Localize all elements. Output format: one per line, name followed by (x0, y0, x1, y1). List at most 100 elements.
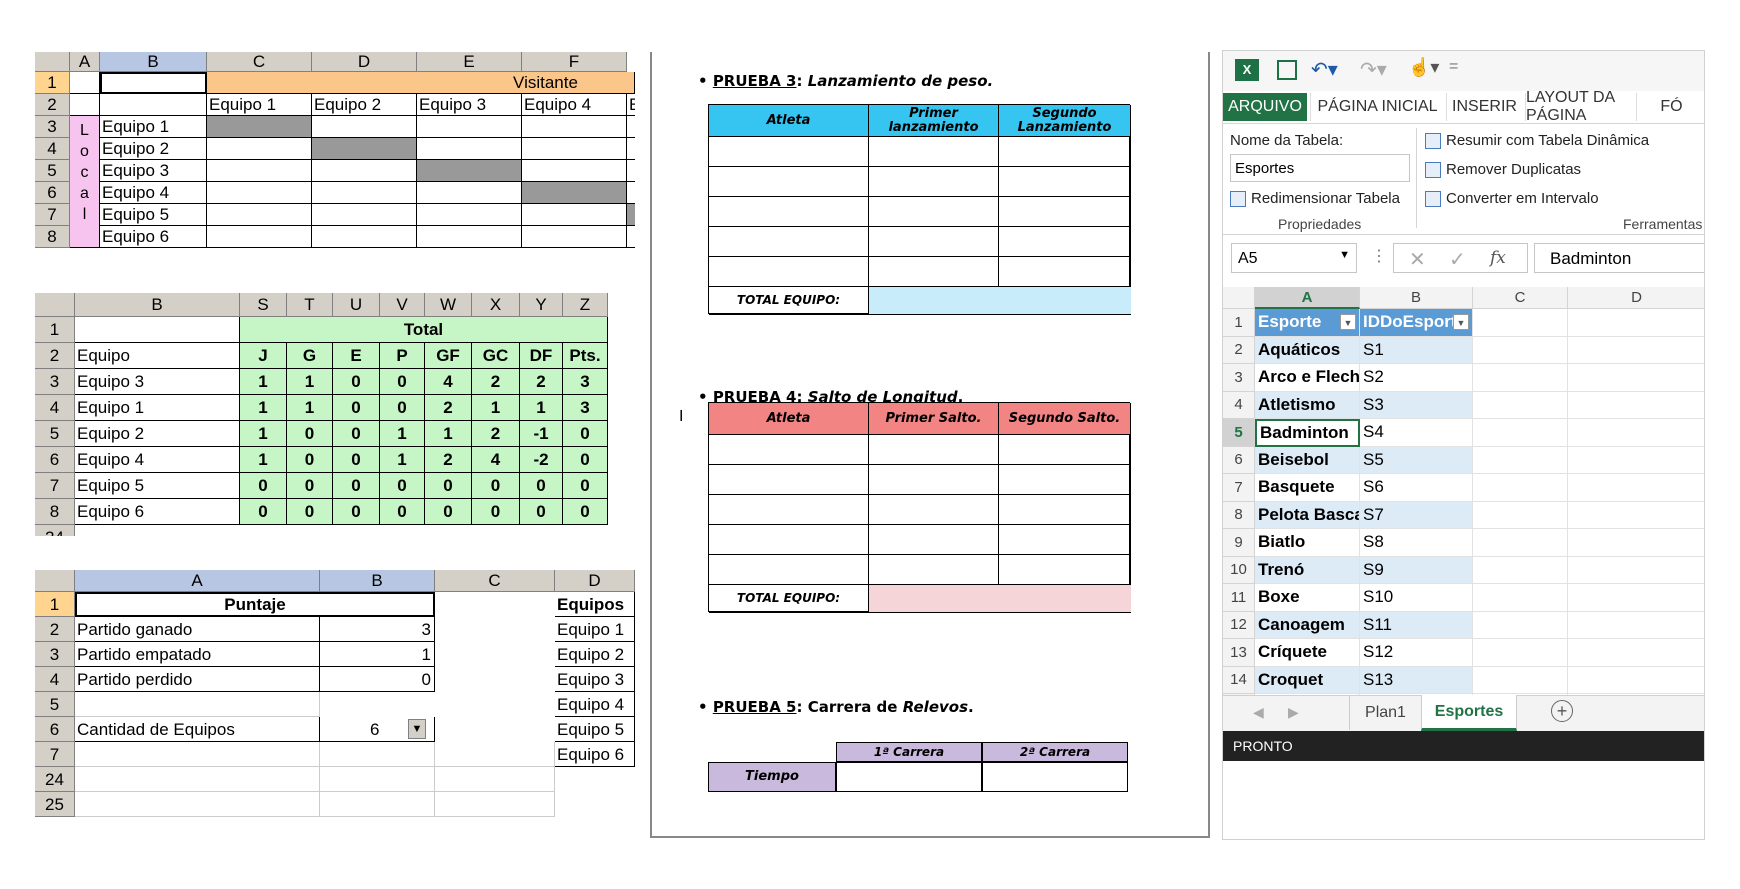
column-header[interactable]: W (425, 293, 472, 317)
match-cell[interactable] (522, 226, 627, 248)
sport-id-cell[interactable]: S10 (1360, 584, 1473, 612)
score-value[interactable]: 3 (320, 617, 435, 642)
table-header-cell[interactable]: IDDoEsporte ▼ (1360, 309, 1473, 337)
cell[interactable] (1473, 639, 1568, 667)
cell[interactable] (1568, 419, 1704, 447)
ribbon-tab[interactable]: INSERIR (1446, 93, 1522, 121)
column-header[interactable]: Y (520, 293, 563, 317)
column-header[interactable]: C (207, 52, 312, 72)
cell[interactable] (70, 72, 100, 94)
name-box[interactable]: A5 ▼ (1231, 243, 1357, 273)
row-header[interactable]: 6 (35, 447, 75, 473)
cell[interactable] (1473, 584, 1568, 612)
table-cell[interactable] (999, 525, 1131, 555)
column-header[interactable]: B (1360, 287, 1473, 309)
cell[interactable] (1473, 419, 1568, 447)
match-cell[interactable] (417, 160, 522, 182)
undo-icon[interactable]: ↶▾ (1311, 57, 1338, 82)
redo-icon[interactable]: ↷▾ (1360, 57, 1387, 82)
row-header[interactable]: 11 (1223, 584, 1255, 612)
cell[interactable] (1473, 611, 1568, 639)
match-cell[interactable] (312, 160, 417, 182)
sport-name-cell[interactable]: Beisebol (1255, 446, 1360, 474)
match-cell[interactable] (522, 160, 627, 182)
row-header[interactable]: 24 (35, 525, 75, 536)
sport-id-cell[interactable]: S8 (1360, 529, 1473, 557)
cell[interactable] (1568, 447, 1704, 474)
cell[interactable] (1473, 364, 1568, 392)
formula-input[interactable]: Badminton (1534, 243, 1704, 273)
score-value[interactable]: 1 (320, 642, 435, 667)
sport-id-cell[interactable]: S6 (1360, 474, 1473, 502)
sport-name-cell[interactable]: Biatlo (1255, 529, 1360, 557)
convert-range-button[interactable]: Converter em Intervalo (1425, 190, 1599, 208)
sheet-tab-esportes[interactable]: Esportes (1421, 695, 1517, 731)
match-cell[interactable] (207, 116, 312, 138)
row-header[interactable]: 7 (35, 473, 75, 499)
match-cell[interactable] (417, 182, 522, 204)
cell[interactable] (1473, 391, 1568, 419)
sport-name-cell[interactable]: Trenó (1255, 556, 1360, 584)
table-cell[interactable] (709, 227, 869, 257)
touch-mode-icon[interactable]: ☝▾ (1408, 57, 1439, 78)
column-header[interactable]: X (472, 293, 520, 317)
match-cell[interactable] (522, 138, 627, 160)
table-cell[interactable] (709, 465, 869, 495)
row-header[interactable]: 3 (35, 369, 75, 395)
filter-dropdown-icon[interactable]: ▼ (1453, 314, 1469, 330)
sport-name-cell[interactable]: Basquete (1255, 474, 1360, 502)
row-header[interactable]: 8 (35, 226, 70, 248)
table-cell[interactable] (999, 435, 1131, 465)
row-header[interactable]: 6 (1223, 446, 1255, 474)
remove-duplicates-button[interactable]: Remover Duplicatas (1425, 161, 1581, 179)
sport-id-cell[interactable]: S11 (1360, 611, 1473, 639)
column-header[interactable]: S (240, 293, 287, 317)
column-header[interactable]: F (522, 52, 627, 72)
row-header[interactable]: 5 (35, 160, 70, 182)
sport-id-cell[interactable]: S3 (1360, 391, 1473, 419)
table-cell[interactable] (709, 137, 869, 167)
table-cell[interactable] (869, 495, 999, 525)
row-header[interactable]: 5 (35, 692, 75, 717)
match-cell[interactable] (312, 204, 417, 226)
total-value-cell[interactable] (869, 585, 1131, 613)
row-header[interactable]: 3 (35, 642, 75, 667)
row-header[interactable]: 4 (35, 667, 75, 692)
row-header[interactable]: 5 (1223, 419, 1255, 447)
match-cell[interactable] (312, 116, 417, 138)
sport-id-cell[interactable]: S1 (1360, 336, 1473, 364)
row-header[interactable]: 3 (35, 116, 70, 138)
row-header[interactable]: 8 (35, 499, 75, 525)
resize-table-button[interactable]: Redimensionar Tabela (1230, 190, 1400, 208)
column-header[interactable]: A (75, 570, 320, 592)
column-header[interactable]: D (312, 52, 417, 72)
cell[interactable] (1473, 529, 1568, 557)
cell[interactable] (1473, 501, 1568, 529)
table-cell[interactable] (709, 495, 869, 525)
match-cell[interactable] (417, 116, 522, 138)
relay-cell[interactable] (982, 762, 1128, 792)
cell[interactable] (1568, 584, 1704, 612)
match-cell[interactable] (627, 182, 635, 204)
column-header[interactable]: A (70, 52, 100, 72)
cell[interactable] (1473, 309, 1568, 337)
table-cell[interactable] (869, 137, 999, 167)
match-cell[interactable] (207, 138, 312, 160)
match-cell[interactable] (627, 160, 635, 182)
table-cell[interactable] (999, 465, 1131, 495)
row-header[interactable]: 4 (1223, 391, 1255, 419)
sport-name-cell[interactable]: Badminton (1255, 419, 1360, 447)
column-header[interactable]: D (555, 570, 635, 592)
select-all-corner[interactable] (1223, 287, 1255, 309)
row-header[interactable]: 14 (1223, 666, 1255, 694)
sport-name-cell[interactable]: Boxe (1255, 584, 1360, 612)
cell[interactable] (1568, 529, 1704, 557)
column-header[interactable]: V (380, 293, 425, 317)
table-cell[interactable] (869, 435, 999, 465)
cell[interactable] (1568, 502, 1704, 529)
save-icon[interactable] (1277, 60, 1297, 80)
row-header[interactable]: 12 (1223, 611, 1255, 639)
row-header[interactable]: 2 (35, 94, 70, 116)
selected-cell[interactable] (100, 72, 207, 94)
column-header[interactable]: U (333, 293, 380, 317)
